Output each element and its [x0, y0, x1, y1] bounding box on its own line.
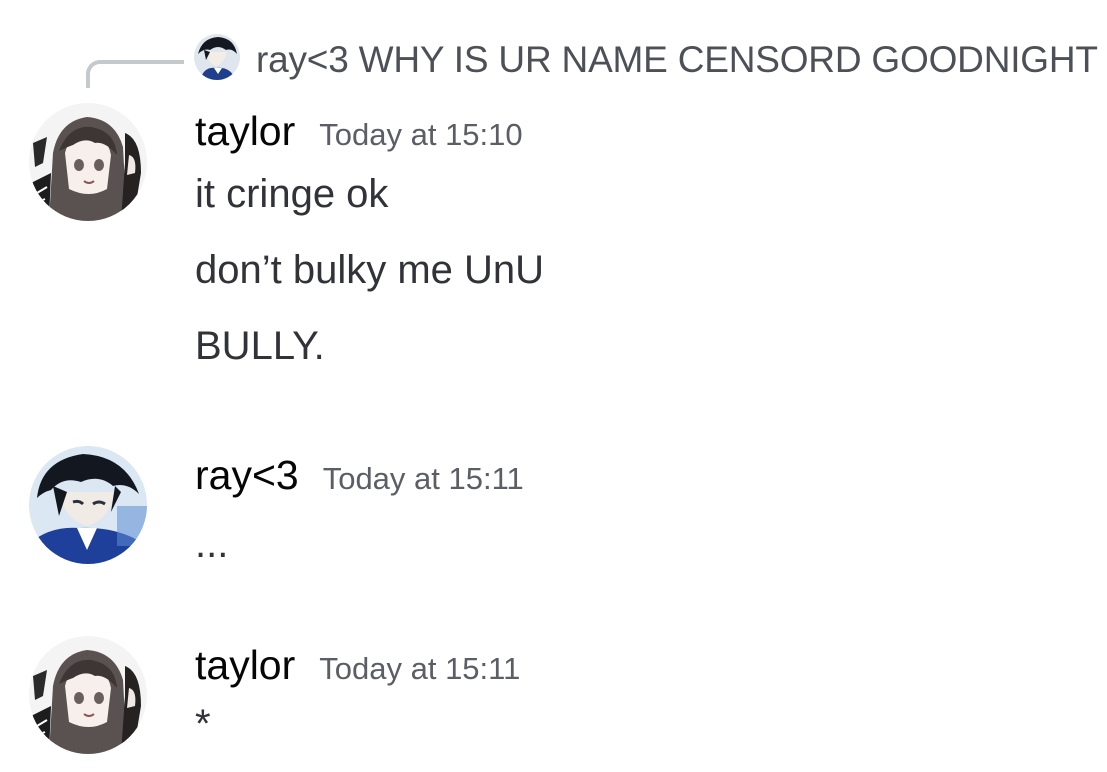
message-content: don’t bulky me UnU: [195, 248, 545, 292]
reply-spine: [86, 60, 184, 88]
message-content: *: [195, 702, 211, 746]
message-content: it cringe ok: [195, 172, 389, 216]
author-name[interactable]: ray<3: [195, 452, 299, 498]
reply-reference[interactable]: ray<3 WHY IS UR NAME CENSORD GOODNIGHT: [0, 0, 1107, 100]
message-timestamp: Today at 15:11: [319, 651, 521, 686]
message-timestamp: Today at 15:10: [319, 117, 523, 152]
author-name[interactable]: taylor: [195, 108, 295, 154]
author-avatar-icon[interactable]: [29, 103, 147, 221]
author-avatar-icon[interactable]: [29, 636, 147, 754]
author-avatar-icon[interactable]: [29, 446, 147, 564]
reply-avatar-icon[interactable]: [194, 34, 240, 80]
message-content: ...: [195, 522, 229, 566]
reply-preview-text[interactable]: ray<3 WHY IS UR NAME CENSORD GOODNIGHT: [256, 38, 1098, 82]
message-timestamp: Today at 15:11: [322, 461, 524, 496]
message-content: BULLY.: [195, 324, 325, 368]
author-name[interactable]: taylor: [195, 642, 295, 688]
